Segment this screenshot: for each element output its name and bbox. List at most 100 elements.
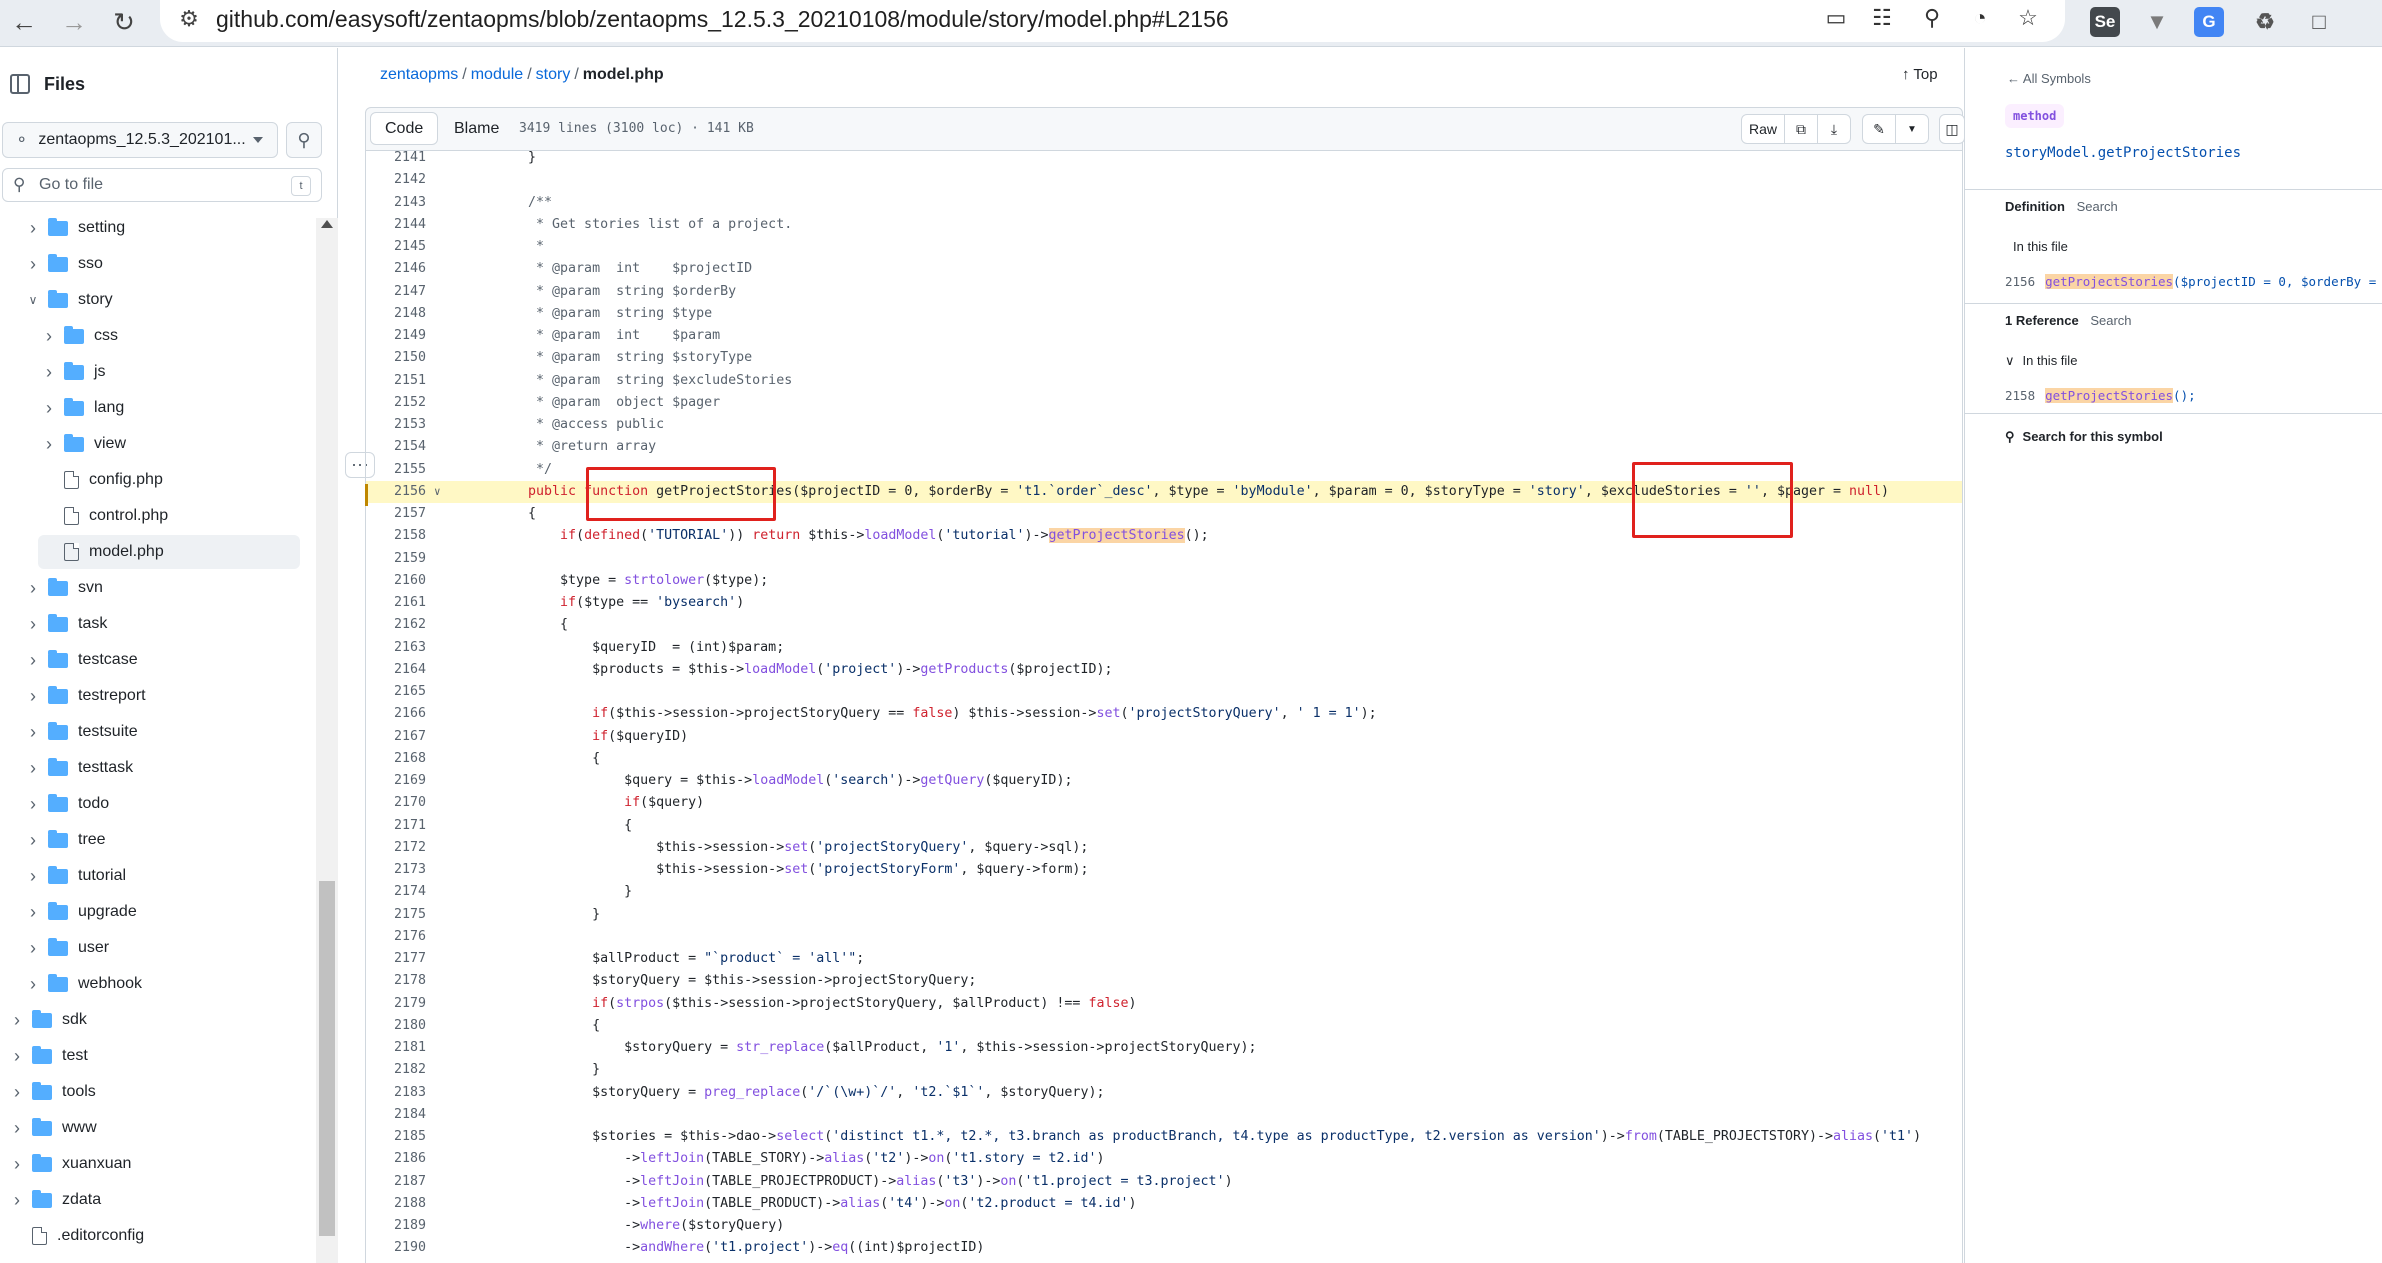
tree-folder-tools[interactable]: › tools (0, 1075, 300, 1109)
scrollbar-thumb[interactable] (319, 881, 335, 1236)
performance-icon[interactable]: ◔ (1964, 2, 1996, 34)
chevron-right-icon[interactable]: › (10, 1082, 24, 1103)
line-number[interactable]: 2180 (366, 1015, 426, 1038)
forward-arrow-icon[interactable]: → (56, 4, 92, 40)
reload-icon[interactable]: ↻ (106, 4, 142, 40)
chevron-right-icon[interactable]: › (42, 362, 56, 383)
line-number[interactable]: 2148 (366, 303, 426, 326)
line-number[interactable]: 2187 (366, 1171, 426, 1194)
address-bar[interactable]: ⚙ github.com/easysoft/zentaopms/blob/zen… (160, 0, 2065, 42)
search-button[interactable]: ⚲ (286, 122, 322, 158)
chevron-right-icon[interactable]: › (26, 578, 40, 599)
bookmark-star-icon[interactable]: ☆ (2012, 2, 2044, 34)
chevron-right-icon[interactable]: › (26, 974, 40, 995)
tree-folder-webhook[interactable]: › webhook (0, 967, 300, 1001)
line-number[interactable]: 2184 (366, 1104, 426, 1127)
zoom-icon[interactable]: ⚲ (1916, 2, 1948, 34)
go-to-file-input[interactable]: ⚲ Go to file t (2, 168, 322, 202)
raw-button[interactable]: Raw (1741, 114, 1785, 144)
selenium-extension-icon[interactable]: Se (2090, 7, 2120, 37)
tree-folder-testtask[interactable]: › testtask (0, 751, 300, 785)
line-number[interactable]: 2160 (366, 570, 426, 593)
line-number[interactable]: 2189 (366, 1215, 426, 1238)
scroll-up-arrow-icon[interactable] (321, 220, 333, 228)
tree-folder-todo[interactable]: › todo (0, 787, 300, 821)
chevron-right-icon[interactable]: › (26, 866, 40, 887)
tab-code[interactable]: Code (370, 112, 439, 145)
chevron-right-icon[interactable]: › (26, 902, 40, 923)
tree-folder-upgrade[interactable]: › upgrade (0, 895, 300, 929)
line-number[interactable]: 2183 (366, 1082, 426, 1105)
line-number[interactable]: 2190 (366, 1237, 426, 1260)
definition-result[interactable]: 2156 getProjectStories($projectID = 0, $o… (2005, 274, 2382, 289)
chevron-right-icon[interactable]: › (10, 1046, 24, 1067)
line-number[interactable]: 2170 (366, 792, 426, 815)
line-number[interactable]: 2153 (366, 414, 426, 437)
tree-file--editorconfig[interactable]: .editorconfig (0, 1219, 300, 1253)
line-number[interactable]: 2175 (366, 904, 426, 927)
line-number[interactable]: 2145 (366, 236, 426, 259)
line-number[interactable]: 2171 (366, 815, 426, 838)
line-number[interactable]: 2143 (366, 192, 426, 215)
chevron-right-icon[interactable]: › (10, 1154, 24, 1175)
line-number[interactable]: 2177 (366, 948, 426, 971)
line-number[interactable]: 2149 (366, 325, 426, 348)
tree-scrollbar[interactable] (316, 218, 338, 1263)
line-number[interactable]: 2152 (366, 392, 426, 415)
line-number[interactable]: 2188 (366, 1193, 426, 1216)
tree-file-config-php[interactable]: config.php (0, 463, 300, 497)
tree-folder-setting[interactable]: › setting (0, 211, 300, 245)
translate-icon[interactable]: ☷ (1866, 2, 1898, 34)
tree-folder-view[interactable]: › view (0, 427, 300, 461)
tree-folder-testreport[interactable]: › testreport (0, 679, 300, 713)
breadcrumb-story[interactable]: story (536, 66, 571, 83)
line-number[interactable]: 2155 (366, 459, 426, 482)
tree-folder-svn[interactable]: › svn (0, 571, 300, 605)
copy-icon[interactable]: ⧉ (1784, 114, 1818, 144)
chevron-right-icon[interactable]: › (26, 794, 40, 815)
line-number[interactable]: 2165 (366, 681, 426, 704)
tree-folder-css[interactable]: › css (0, 319, 300, 353)
tree-folder-tutorial[interactable]: › tutorial (0, 859, 300, 893)
tree-file-model-php[interactable]: model.php (38, 535, 300, 569)
breadcrumb-repo[interactable]: zentaopms (380, 66, 458, 83)
chevron-right-icon[interactable]: › (26, 686, 40, 707)
tree-folder-js[interactable]: › js (0, 355, 300, 389)
line-number[interactable]: 2161 (366, 592, 426, 615)
reference-result[interactable]: 2158 getProjectStories(); (2005, 388, 2196, 403)
line-number[interactable]: 2176 (366, 926, 426, 949)
chevron-right-icon[interactable]: › (10, 1190, 24, 1211)
line-number[interactable]: 2156 (366, 481, 426, 504)
line-number[interactable]: 2181 (366, 1037, 426, 1060)
branch-select[interactable]: ⚬ zentaopms_12.5.3_202101... (2, 122, 278, 158)
fold-chevron-icon[interactable]: ∨ (434, 481, 441, 504)
line-number[interactable]: 2173 (366, 859, 426, 882)
url-text[interactable]: github.com/easysoft/zentaopms/blob/zenta… (216, 6, 1229, 33)
line-number[interactable]: 2168 (366, 748, 426, 771)
back-arrow-icon[interactable]: ← (6, 4, 42, 40)
tree-folder-story[interactable]: ∨ story (0, 283, 300, 317)
line-number[interactable]: 2142 (366, 169, 426, 192)
cast-icon[interactable]: ▭ (1820, 2, 1852, 34)
line-number[interactable]: 2179 (366, 993, 426, 1016)
search-for-symbol-button[interactable]: ⚲ Search for this symbol (2005, 429, 2163, 445)
tree-folder-sso[interactable]: › sso (0, 247, 300, 281)
line-number[interactable]: 2185 (366, 1126, 426, 1149)
puzzle-extensions-icon[interactable]: □ (2304, 7, 2334, 37)
line-number[interactable]: 2174 (366, 881, 426, 904)
chevron-right-icon[interactable]: › (26, 254, 40, 275)
chevron-right-icon[interactable]: › (10, 1010, 24, 1031)
tree-folder-testcase[interactable]: › testcase (0, 643, 300, 677)
chevron-right-icon[interactable]: › (26, 758, 40, 779)
line-number[interactable]: 2158 (366, 525, 426, 548)
symbols-panel-icon[interactable]: ◫ (1939, 114, 1965, 144)
top-button[interactable]: ↑ Top (1902, 66, 1938, 83)
line-number[interactable]: 2150 (366, 347, 426, 370)
chevron-right-icon[interactable]: › (26, 830, 40, 851)
site-info-icon[interactable]: ⚙ (172, 6, 206, 32)
chevron-right-icon[interactable]: › (26, 722, 40, 743)
tree-folder-task[interactable]: › task (0, 607, 300, 641)
recycle-extension-icon[interactable]: ♻ (2250, 7, 2280, 37)
vue-extension-icon[interactable]: ▼ (2142, 7, 2172, 37)
chevron-right-icon[interactable]: › (42, 398, 56, 419)
